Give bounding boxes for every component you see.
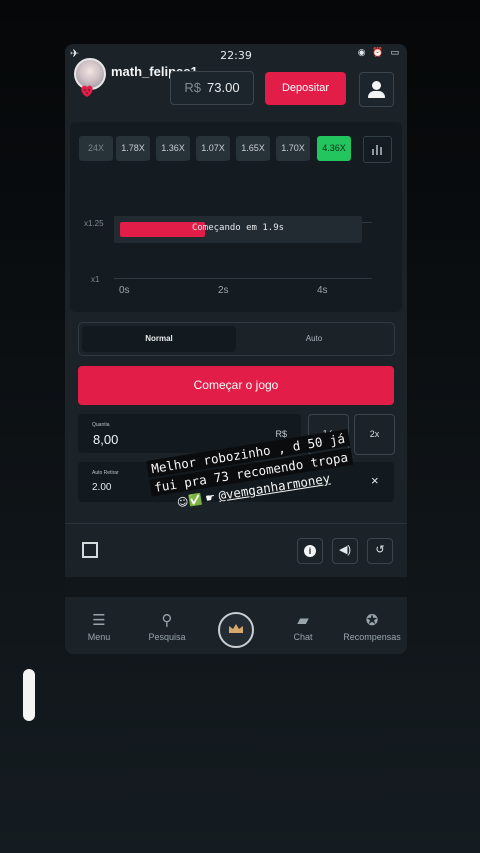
crown-icon	[229, 624, 243, 633]
history-button[interactable]: ↺	[367, 538, 393, 564]
tab-auto[interactable]: Auto	[237, 326, 391, 352]
mode-tabs: Normal Auto	[78, 322, 395, 356]
multiplier-history-item: 24X	[79, 136, 113, 161]
multiplier-history-item: 1.70X	[276, 136, 310, 161]
sound-button[interactable]: ◀)	[332, 538, 358, 564]
clock: 22:39	[220, 49, 252, 62]
info-icon: i	[304, 545, 316, 557]
tab-normal[interactable]: Normal	[82, 326, 236, 352]
multiplier-history-item: 1.36X	[156, 136, 190, 161]
scroll-indicator[interactable]	[23, 669, 35, 721]
multiplier-history-item: 1.07X	[196, 136, 230, 161]
x-axis-label: 2s	[218, 285, 229, 296]
search-icon: ⚲	[161, 612, 173, 629]
menu-icon: ☰	[92, 612, 106, 629]
countdown-box: Começando em 1.9s	[114, 216, 362, 243]
multiplier-history-item: 1.65X	[236, 136, 270, 161]
rewards-icon: ✪	[365, 612, 379, 629]
nav-search[interactable]: ⚲ Pesquisa	[133, 611, 201, 642]
history-icon: ↺	[375, 544, 385, 556]
expand-icon[interactable]	[78, 538, 102, 562]
y-axis-label: x1	[91, 275, 100, 284]
chat-icon: ▰	[297, 612, 309, 629]
start-game-button[interactable]: Começar o jogo	[78, 366, 394, 405]
info-button[interactable]: i	[297, 538, 323, 564]
stats-button[interactable]	[363, 136, 392, 163]
strawberry-logo-icon	[81, 85, 93, 97]
bet-amount-label: Quantia	[92, 422, 110, 428]
multiplier-history-item-latest: 4.36X	[317, 136, 351, 161]
deposit-button[interactable]: Depositar	[265, 72, 346, 105]
game-panel: 24X 1.78X 1.36X 1.07X 1.65X 1.70X 4.36X …	[70, 122, 402, 312]
bet-amount-value[interactable]: 8,00	[93, 432, 118, 447]
stats-icon	[372, 149, 374, 155]
user-icon	[372, 81, 381, 90]
balance-currency: R$	[184, 80, 202, 95]
x-axis-label: 4s	[317, 285, 328, 296]
multiplier-history-item: 1.78X	[116, 136, 150, 161]
bottom-nav: ☰ Menu ⚲ Pesquisa ▰ Chat ✪ Recompensas	[65, 603, 407, 654]
user-button[interactable]	[359, 72, 394, 107]
countdown-text: Começando em 1.9s	[191, 223, 285, 233]
auto-cashout-value[interactable]: 2.00	[92, 482, 111, 493]
phone-screen: ✈ 22:39 ◉ ⏰ ▭ math_felipee1 R$ 73.00 Depo…	[65, 44, 407, 654]
y-axis-label: x1.25	[84, 219, 104, 228]
status-bar: ✈ 22:39 ◉ ⏰ ▭	[65, 44, 407, 66]
battery-icon: ◉ ⏰ ▭	[357, 48, 401, 58]
nav-home[interactable]	[218, 612, 254, 648]
header: math_felipee1 R$ 73.00 Depositar	[65, 58, 407, 112]
nav-rewards[interactable]: ✪ Recompensas	[337, 611, 407, 642]
x-axis-label: 0s	[119, 285, 130, 296]
auto-cashout-label: Auto Retirar	[92, 470, 119, 476]
nav-chat[interactable]: ▰ Chat	[269, 611, 337, 642]
balance-value: 73.00	[207, 80, 240, 95]
sound-icon: ◀)	[338, 544, 352, 556]
close-icon[interactable]: ×	[371, 473, 379, 488]
balance-display: R$ 73.00	[170, 71, 254, 105]
nav-menu[interactable]: ☰ Menu	[65, 611, 133, 642]
